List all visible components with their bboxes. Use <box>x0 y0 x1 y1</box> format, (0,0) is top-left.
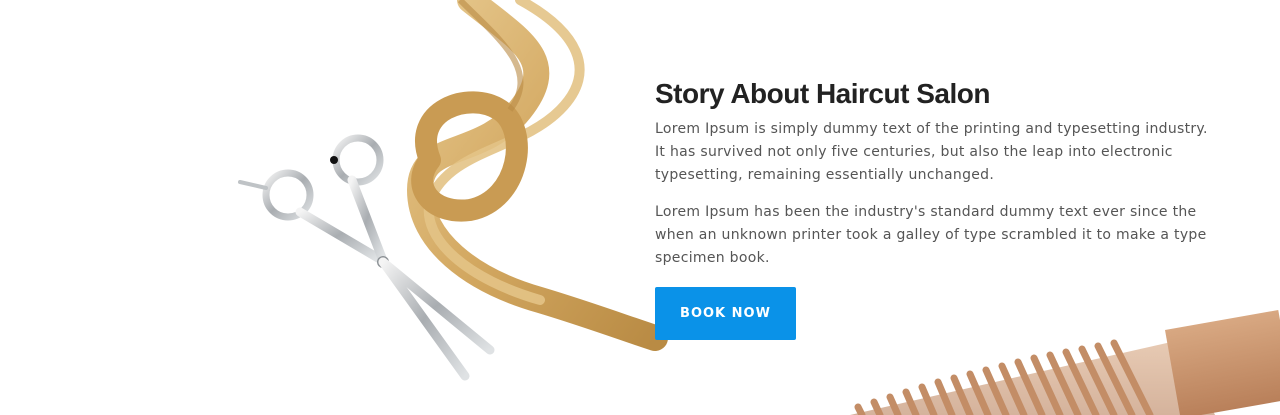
book-now-button[interactable]: BOOK NOW <box>655 287 796 340</box>
story-paragraph-2: Lorem Ipsum has been the industry's stan… <box>655 204 1207 266</box>
story-paragraph-1: Lorem Ipsum is simply dummy text of the … <box>655 121 1208 183</box>
page-title: Story About Haircut Salon <box>655 78 990 109</box>
hair-strand-illustration <box>406 0 668 351</box>
story-content: Story About Haircut Salon Lorem Ipsum is… <box>655 78 1215 340</box>
hero-section: Story About Haircut Salon Lorem Ipsum is… <box>0 0 1280 415</box>
